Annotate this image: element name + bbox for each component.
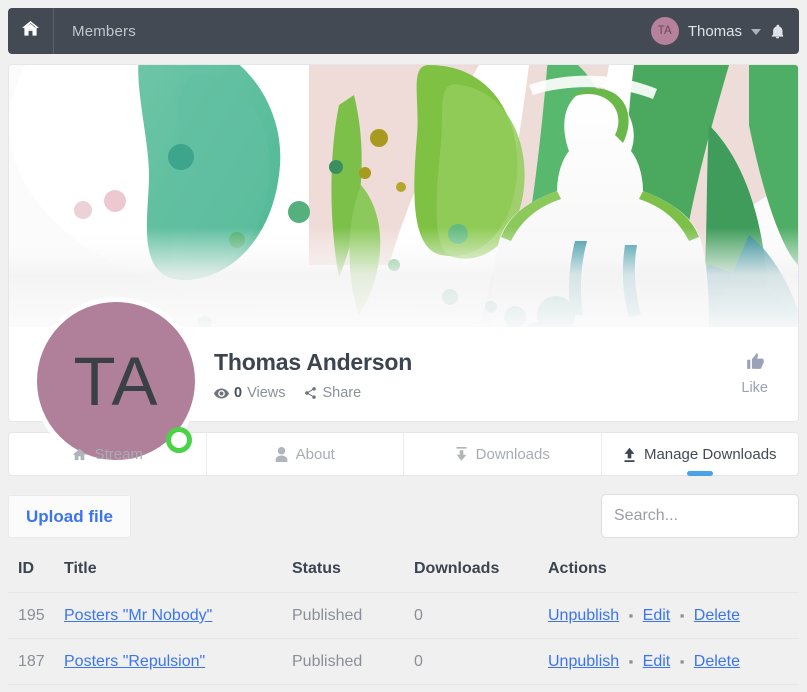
tab-stream[interactable]: Stream <box>9 433 207 475</box>
page-title: Thomas Anderson <box>214 349 413 375</box>
tab-manage-downloads[interactable]: Manage Downloads <box>602 433 799 475</box>
cover-artwork <box>9 65 798 327</box>
edit-action[interactable]: Edit <box>643 607 671 624</box>
home-button[interactable] <box>8 8 54 54</box>
action-separator: ▪ <box>628 608 634 623</box>
chevron-down-icon[interactable] <box>751 29 761 35</box>
column-header-actions: Actions <box>548 560 799 593</box>
share-button[interactable]: Share <box>303 385 362 401</box>
username-label: Thomas <box>687 22 742 40</box>
download-title-link[interactable]: Posters "Mr Nobody" <box>64 607 212 624</box>
avatar[interactable]: TA <box>650 17 679 45</box>
table-head: ID Title Status Downloads Actions <box>8 560 799 593</box>
table-row: 187 Posters "Repulsion" Published 0 Unpu… <box>8 638 799 685</box>
views-count: 0 <box>234 385 243 401</box>
unpublish-action[interactable]: Unpublish <box>548 653 619 670</box>
upload-file-button[interactable]: Upload file <box>8 494 131 538</box>
like-button[interactable]: Like <box>741 349 778 396</box>
tab-label: Downloads <box>475 445 550 463</box>
tab-label: About <box>295 445 335 463</box>
delete-action[interactable]: Delete <box>694 653 740 670</box>
share-label: Share <box>322 385 362 401</box>
cell-id: 195 <box>8 592 64 639</box>
like-label: Like <box>741 380 768 396</box>
views-label: Views <box>247 385 286 401</box>
downloads-toolbar: Upload file <box>8 494 799 538</box>
profile-card: TA Thomas Anderson 0 Views Share Like <box>8 64 799 465</box>
edit-action[interactable]: Edit <box>643 653 671 670</box>
column-header-id[interactable]: ID <box>8 560 64 593</box>
status-badge: Published <box>292 638 414 685</box>
home-icon <box>21 19 40 43</box>
cover-image <box>9 65 798 327</box>
upload-icon <box>623 447 636 462</box>
share-icon <box>303 386 318 400</box>
action-separator: ▪ <box>679 608 685 623</box>
tab-downloads[interactable]: Downloads <box>404 433 602 475</box>
delete-action[interactable]: Delete <box>694 607 740 624</box>
cell-id: 187 <box>8 638 64 685</box>
table-row: 195 Posters "Mr Nobody" Published 0 Unpu… <box>8 592 799 639</box>
column-header-downloads[interactable]: Downloads <box>414 560 548 593</box>
table-body: 195 Posters "Mr Nobody" Published 0 Unpu… <box>8 592 799 685</box>
table-header-row: ID Title Status Downloads Actions <box>8 560 799 593</box>
cell-downloads: 0 <box>414 592 548 639</box>
top-navigation-bar: Members TA Thomas <box>8 8 799 54</box>
profile-meta: 0 Views Share <box>214 385 741 401</box>
column-header-status[interactable]: Status <box>292 560 414 593</box>
eye-icon <box>214 388 229 399</box>
bell-icon[interactable] <box>770 23 785 40</box>
user-menu[interactable]: TA Thomas <box>650 17 799 45</box>
user-icon <box>275 446 288 462</box>
tab-label: Stream <box>94 445 143 463</box>
cell-actions: Unpublish ▪ Edit ▪ Delete <box>548 638 799 685</box>
tab-about[interactable]: About <box>207 433 404 475</box>
cell-actions: Unpublish ▪ Edit ▪ Delete <box>548 592 799 639</box>
unpublish-action[interactable]: Unpublish <box>548 607 619 624</box>
breadcrumb[interactable]: Members <box>54 23 136 40</box>
profile-tabs: Stream About Downloads Manage Downloads <box>8 432 799 476</box>
downloads-table: ID Title Status Downloads Actions 195 Po… <box>8 560 799 685</box>
thumbs-up-icon <box>741 351 768 371</box>
downloads-table-wrapper: ID Title Status Downloads Actions 195 Po… <box>8 560 799 685</box>
home-icon <box>72 447 87 462</box>
download-title-link[interactable]: Posters "Repulsion" <box>64 653 205 670</box>
search-input[interactable] <box>601 494 799 538</box>
tab-label: Manage Downloads <box>643 445 777 463</box>
views-stat: 0 Views <box>214 385 286 401</box>
download-icon <box>455 446 468 462</box>
action-separator: ▪ <box>679 654 685 669</box>
status-badge: Published <box>292 592 414 639</box>
column-header-title[interactable]: Title <box>64 560 292 593</box>
action-separator: ▪ <box>628 654 634 669</box>
cell-downloads: 0 <box>414 638 548 685</box>
